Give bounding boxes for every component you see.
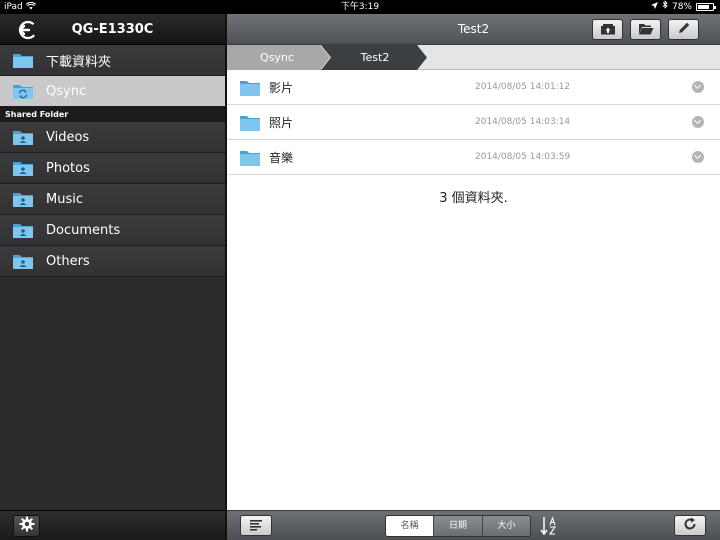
chevron-down-icon[interactable] [692, 151, 704, 163]
file-list: 影片 2014/08/05 14:01:12 照片 2014/08/05 14:… [227, 70, 720, 175]
bottom-toolbar: 名稱 日期 大小 [227, 510, 720, 540]
sidebar-item-music[interactable]: Music [0, 184, 225, 215]
file-date: 2014/08/05 14:01:12 [475, 82, 571, 92]
upload-icon [600, 20, 616, 39]
chevron-down-icon[interactable] [692, 81, 704, 93]
pencil-icon [677, 20, 691, 39]
folder-icon [239, 149, 261, 167]
sidebar-header: QG-E1330C [0, 14, 225, 45]
qsync-folder-icon [12, 82, 34, 100]
list-item[interactable]: 影片 2014/08/05 14:01:12 [227, 70, 720, 105]
sidebar-item-download[interactable]: 下載資料夾 [0, 45, 225, 76]
breadcrumb-item-test2[interactable]: Test2 [327, 45, 423, 70]
bluetooth-icon [662, 0, 668, 14]
breadcrumb-item-qsync[interactable]: Qsync [227, 45, 327, 70]
sidebar-item-photos[interactable]: Photos [0, 153, 225, 184]
battery-fill [698, 5, 709, 9]
list-view-button[interactable] [240, 515, 272, 536]
list-item[interactable]: 音樂 2014/08/05 14:03:59 [227, 140, 720, 175]
sidebar-item-qsync[interactable]: Qsync [0, 76, 225, 107]
sidebar-item-label: Videos [46, 129, 90, 145]
sidebar-item-label: Documents [46, 222, 121, 238]
upload-button[interactable] [592, 19, 623, 40]
status-bar: iPad 下午3:19 78% [0, 0, 720, 14]
sidebar: QG-E1330C 下載資料夾 Qsync Shared Folder Vide… [0, 14, 225, 540]
sidebar-item-label: 下載資料夾 [46, 54, 112, 70]
file-date: 2014/08/05 14:03:59 [475, 152, 571, 162]
sidebar-item-documents[interactable]: Documents [0, 215, 225, 246]
settings-button[interactable] [13, 515, 40, 537]
sort-direction-icon[interactable] [540, 515, 558, 537]
folder-open-icon [638, 20, 654, 39]
folder-count-summary: 3 個資料夾. [439, 191, 508, 206]
sort-by-date[interactable]: 日期 [433, 516, 482, 536]
breadcrumb: Qsync Test2 [227, 45, 720, 70]
sidebar-item-label: Photos [46, 160, 90, 176]
file-name: 影片 [269, 80, 294, 95]
edit-button[interactable] [668, 19, 699, 40]
sidebar-item-label: Others [46, 253, 90, 269]
sidebar-item-label: Music [46, 191, 83, 207]
refresh-button[interactable] [674, 515, 706, 536]
shared-folder-icon [12, 221, 34, 239]
file-name: 音樂 [269, 150, 294, 165]
sidebar-item-videos[interactable]: Videos [0, 122, 225, 153]
gear-icon [19, 516, 35, 536]
shared-folder-icon [12, 159, 34, 177]
main-pane: Test2 Qsync Test2 影片 2014/08/05 14:01:12… [227, 14, 720, 540]
folder-icon [12, 51, 34, 69]
sort-by-name[interactable]: 名稱 [386, 516, 434, 536]
shared-folder-icon [12, 252, 34, 270]
refresh-icon [683, 516, 697, 535]
status-time: 下午3:19 [340, 2, 380, 12]
new-folder-button[interactable] [630, 19, 661, 40]
file-name: 照片 [269, 115, 294, 130]
sort-by-size[interactable]: 大小 [481, 516, 530, 536]
shared-folder-icon [12, 190, 34, 208]
sidebar-item-label: Qsync [46, 83, 87, 99]
sort-segmented-control: 名稱 日期 大小 [385, 515, 531, 537]
back-icon[interactable] [18, 20, 38, 40]
status-right: 78% [650, 0, 716, 14]
chevron-down-icon[interactable] [692, 116, 704, 128]
folder-icon [239, 114, 261, 132]
list-item[interactable]: 照片 2014/08/05 14:03:14 [227, 105, 720, 140]
file-date: 2014/08/05 14:03:14 [475, 117, 571, 127]
location-icon [650, 0, 658, 14]
sidebar-bottom-bar [0, 510, 225, 540]
shared-folder-icon [12, 128, 34, 146]
main-toolbar: Test2 [227, 14, 720, 45]
battery-icon [696, 3, 716, 11]
folder-icon [239, 79, 261, 97]
list-icon [249, 516, 263, 535]
shared-folder-section-label: Shared Folder [0, 107, 225, 122]
battery-percent: 78% [671, 2, 692, 12]
sidebar-item-others[interactable]: Others [0, 246, 225, 277]
